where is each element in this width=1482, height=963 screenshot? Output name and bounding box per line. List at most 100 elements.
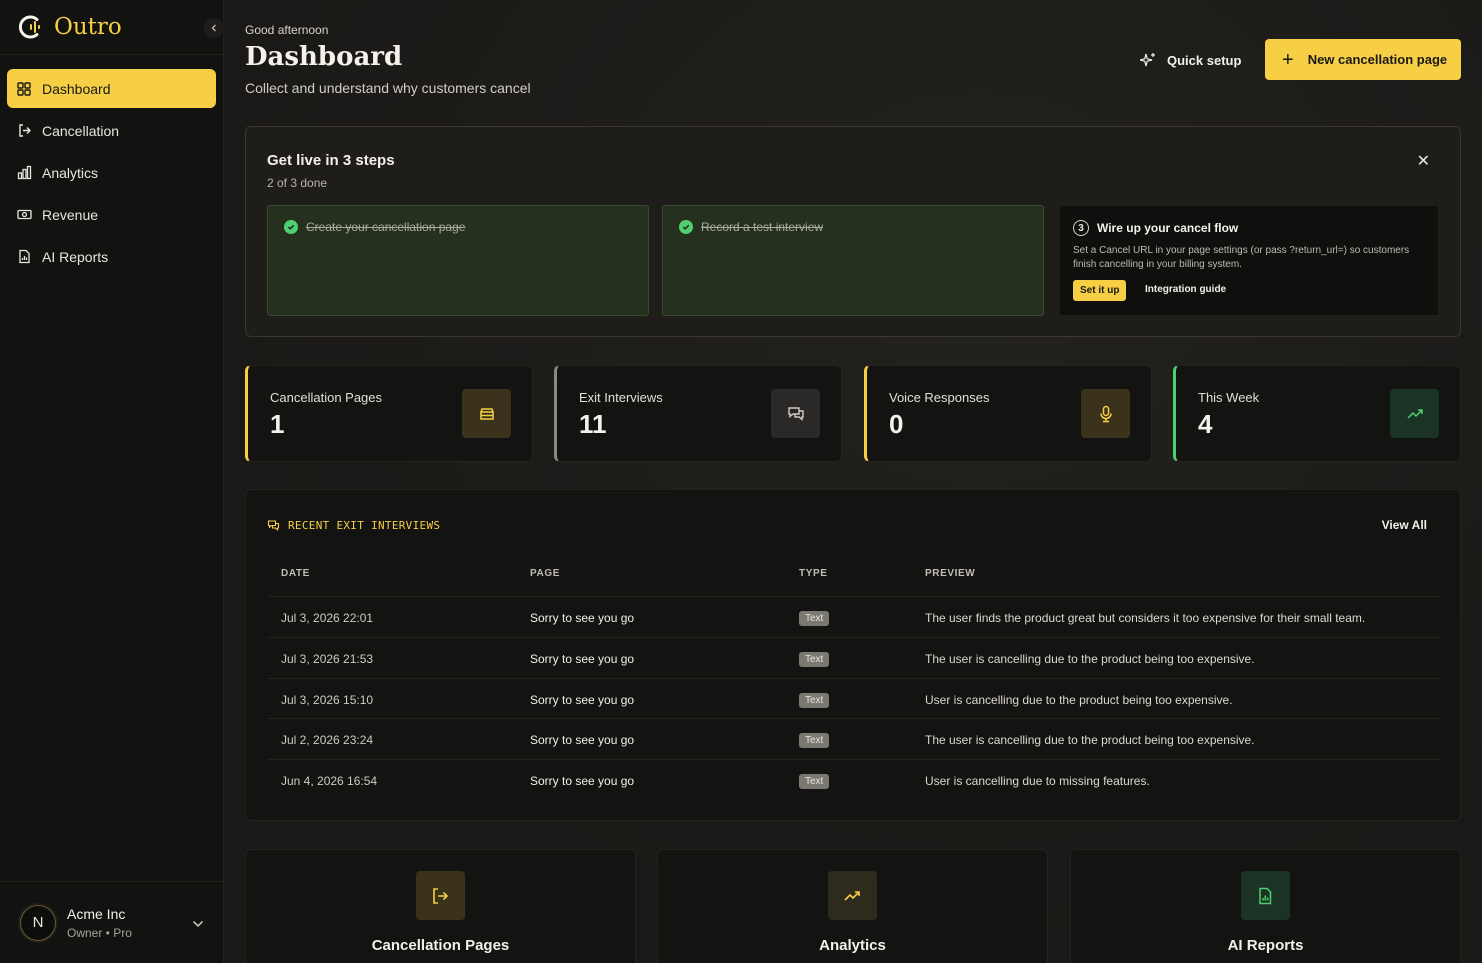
sidebar-item-analytics[interactable]: Analytics xyxy=(7,153,216,192)
stat-value: 0 xyxy=(889,409,904,439)
row-page: Sorry to see you go xyxy=(530,774,635,788)
main-content: Good afternoon Dashboard Collect and und… xyxy=(224,0,1482,963)
stat-value: 4 xyxy=(1198,409,1213,439)
sidebar-item-ai-reports[interactable]: AI Reports xyxy=(7,237,216,276)
view-all-link[interactable]: View All xyxy=(1382,518,1427,532)
shortcut-card-cancellation-pages[interactable]: Cancellation Pages xyxy=(245,849,636,963)
stat-label: Exit Interviews xyxy=(579,390,663,405)
recent-exit-interviews: RECENT EXIT INTERVIEWS View All DATE PAG… xyxy=(245,489,1461,821)
type-badge: Text xyxy=(799,774,830,789)
section-title: RECENT EXIT INTERVIEWS xyxy=(288,519,441,532)
chevron-down-icon[interactable] xyxy=(192,915,204,933)
stat-label: Cancellation Pages xyxy=(270,390,383,405)
onboarding-step-2[interactable]: Record a test interview xyxy=(662,205,1044,316)
column-date[interactable]: DATE xyxy=(281,568,310,579)
row-date: Jul 2, 2026 23:24 xyxy=(281,733,374,747)
sidebar-item-label: Analytics xyxy=(42,164,99,181)
new-cancellation-page-button[interactable]: + New cancellation page xyxy=(1265,39,1461,80)
stat-value: 11 xyxy=(579,409,607,439)
chat-icon xyxy=(267,519,280,532)
page-subtitle: Collect and understand why customers can… xyxy=(245,80,531,96)
close-icon[interactable]: ✕ xyxy=(1417,151,1430,171)
row-preview: User is cancelling due to missing featur… xyxy=(925,774,1150,788)
table-row[interactable]: Jun 4, 2026 16:54 Sorry to see you go Te… xyxy=(267,759,1441,800)
account-switcher[interactable]: N Acme Inc Owner • Pro xyxy=(0,881,224,963)
dashboard-grid-icon xyxy=(16,81,32,97)
file-chart-icon xyxy=(16,249,32,265)
sidebar-item-label: Cancellation xyxy=(42,122,120,139)
outro-logo-icon xyxy=(16,12,46,42)
box-icon xyxy=(462,389,511,438)
greeting: Good afternoon xyxy=(245,23,329,37)
stat-label: This Week xyxy=(1198,390,1260,405)
row-preview: The user is cancelling due to the produc… xyxy=(925,652,1255,666)
onboarding-step-3: 3 Wire up your cancel flow Set a Cancel … xyxy=(1059,205,1439,316)
stat-card-cancellation-pages[interactable]: Cancellation Pages 1 xyxy=(245,365,533,462)
set-it-up-button[interactable]: Set it up xyxy=(1073,280,1127,301)
onboarding-panel: Get live in 3 steps 2 of 3 done ✕ Create… xyxy=(245,126,1461,337)
account-name: Acme Inc xyxy=(67,905,126,922)
table-row[interactable]: Jul 2, 2026 23:24 Sorry to see you go Te… xyxy=(267,718,1441,759)
chat-icon xyxy=(771,389,820,438)
row-page: Sorry to see you go xyxy=(530,611,635,625)
stat-value: 1 xyxy=(270,409,285,439)
sidebar-item-label: Dashboard xyxy=(42,80,111,97)
stat-card-voice-responses[interactable]: Voice Responses 0 xyxy=(864,365,1152,462)
chevron-left-icon xyxy=(211,24,216,32)
row-date: Jul 3, 2026 22:01 xyxy=(281,611,374,625)
row-preview: User is cancelling due to the product be… xyxy=(925,693,1233,707)
shortcut-label: Analytics xyxy=(819,937,886,954)
sidebar: Outro Dashboard Cancellation Analytics R… xyxy=(0,0,224,963)
bar-chart-icon xyxy=(16,165,32,181)
sidebar-item-revenue[interactable]: Revenue xyxy=(7,195,216,234)
log-out-icon xyxy=(16,123,32,139)
stat-card-this-week[interactable]: This Week 4 xyxy=(1173,365,1461,462)
account-role: Owner • Pro xyxy=(67,925,132,940)
step-label: Create your cancellation page xyxy=(306,220,466,234)
row-date: Jun 4, 2026 16:54 xyxy=(281,774,378,788)
row-preview: The user finds the product great but con… xyxy=(925,611,1366,625)
brand-name: Outro xyxy=(54,14,122,40)
sidebar-item-cancellation[interactable]: Cancellation xyxy=(7,111,216,150)
log-out-icon xyxy=(415,871,465,920)
stat-card-exit-interviews[interactable]: Exit Interviews 11 xyxy=(554,365,842,462)
quick-setup-button[interactable]: Quick setup xyxy=(1140,48,1241,72)
table-row[interactable]: Jul 3, 2026 22:01 Sorry to see you go Te… xyxy=(267,596,1441,637)
step-label: Wire up your cancel flow xyxy=(1097,221,1239,235)
shortcut-card-ai-reports[interactable]: AI Reports xyxy=(1070,849,1461,963)
type-badge: Text xyxy=(799,693,830,708)
collapse-sidebar-button[interactable] xyxy=(204,18,224,38)
table-header: DATE PAGE TYPE PREVIEW xyxy=(267,568,1441,588)
table-row[interactable]: Jul 3, 2026 21:53 Sorry to see you go Te… xyxy=(267,637,1441,678)
table-row[interactable]: Jul 3, 2026 15:10 Sorry to see you go Te… xyxy=(267,678,1441,719)
row-date: Jul 3, 2026 15:10 xyxy=(281,693,374,707)
shortcut-card-analytics[interactable]: Analytics xyxy=(657,849,1048,963)
onboarding-title: Get live in 3 steps xyxy=(267,152,395,169)
stat-label: Voice Responses xyxy=(889,390,990,405)
sparkles-icon xyxy=(1140,52,1156,68)
sidebar-item-label: AI Reports xyxy=(42,248,109,265)
check-circle-icon xyxy=(679,220,693,234)
onboarding-progress: 2 of 3 done xyxy=(267,176,328,190)
row-page: Sorry to see you go xyxy=(530,652,635,666)
mic-icon xyxy=(1081,389,1130,438)
column-preview[interactable]: PREVIEW xyxy=(925,568,975,579)
step-number: 3 xyxy=(1073,220,1089,236)
step-label: Record a test interview xyxy=(701,220,824,234)
avatar: N xyxy=(20,904,56,941)
banknote-icon xyxy=(16,207,32,223)
onboarding-step-1[interactable]: Create your cancellation page xyxy=(267,205,649,316)
type-badge: Text xyxy=(799,733,830,748)
page-title: Dashboard xyxy=(245,42,403,72)
row-page: Sorry to see you go xyxy=(530,693,635,707)
quick-setup-label: Quick setup xyxy=(1167,52,1242,68)
integration-guide-link[interactable]: Integration guide xyxy=(1145,284,1226,295)
shortcut-label: Cancellation Pages xyxy=(371,937,510,954)
shortcut-label: AI Reports xyxy=(1227,937,1304,954)
column-type[interactable]: TYPE xyxy=(799,568,828,579)
brand[interactable]: Outro xyxy=(0,0,224,55)
step-description: Set a Cancel URL in your page settings (… xyxy=(1073,245,1410,270)
column-page[interactable]: PAGE xyxy=(530,568,560,579)
sidebar-item-dashboard[interactable]: Dashboard xyxy=(7,69,216,108)
row-preview: The user is cancelling due to the produc… xyxy=(925,733,1255,747)
